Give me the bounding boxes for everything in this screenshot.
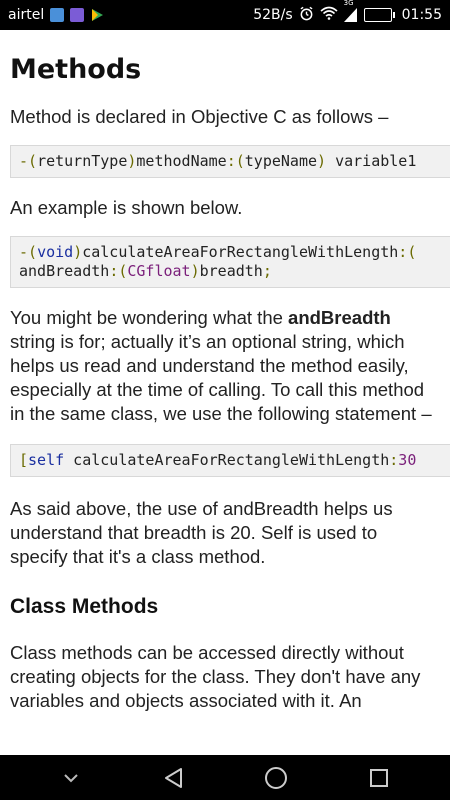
alarm-icon (299, 6, 314, 25)
code-block-example[interactable]: -(void)calculateAreaForRectangleWithLeng… (10, 236, 450, 288)
code-token: :( (398, 243, 417, 261)
back-icon[interactable] (154, 758, 194, 798)
code-token: ; (262, 262, 272, 280)
navigation-bar (0, 755, 450, 800)
network-speed: 52B/s (253, 7, 293, 23)
code-block-method-syntax[interactable]: -(returnType)methodName:(typeName) varia… (10, 145, 450, 178)
code-token: breadth (199, 262, 263, 280)
code-token: calculateAreaForRectangleWithLength (64, 451, 390, 469)
status-bar: airtel 52B/s 3G 39 01:55 (0, 0, 450, 30)
play-store-icon (90, 8, 104, 22)
carrier-name: airtel (8, 7, 45, 23)
gallery-icon (70, 8, 85, 22)
wifi-icon (320, 6, 338, 24)
battery-level: 39 (376, 10, 389, 20)
paragraph-andbreadth-explanation: You might be wondering what the andBread… (10, 306, 450, 426)
code-token: void (37, 243, 74, 261)
code-token: ) (317, 152, 327, 170)
code-token: :( (226, 152, 245, 170)
code-block-call-statement[interactable]: [self calculateAreaForRectangleWithLengt… (10, 444, 450, 477)
code-token: ) (190, 262, 200, 280)
code-token: ) (73, 243, 83, 261)
code-token: returnType (37, 152, 128, 170)
code-token: 30 (398, 451, 417, 469)
code-token: calculateAreaForRectangleWithLength (82, 243, 399, 261)
code-token: variable1 (326, 152, 417, 170)
paragraph-class-methods: Class methods can be accessed directly w… (10, 642, 421, 711)
code-token: CGfloat (127, 262, 191, 280)
paragraph-example: An example is shown below. (10, 197, 243, 218)
recents-icon[interactable] (359, 758, 399, 798)
clock: 01:55 (401, 7, 442, 23)
section-title: Class Methods (10, 595, 159, 618)
code-token: typeName (244, 152, 318, 170)
code-token: -( (19, 152, 38, 170)
page-title: Methods (10, 54, 142, 85)
code-token: :( (109, 262, 128, 280)
collapse-icon[interactable] (51, 758, 91, 798)
code-token: andBreadth (19, 262, 110, 280)
code-token: -( (19, 243, 38, 261)
status-left: airtel (8, 7, 104, 23)
network-type: 3G (343, 0, 354, 7)
status-right: 52B/s 3G 39 01:55 (253, 0, 442, 25)
text-run: string is for; actually it’s an optional… (10, 331, 432, 424)
signal-icon: 3G (343, 0, 358, 22)
code-token: self (28, 451, 65, 469)
paragraph-method-declaration: Method is declared in Objective C as fol… (10, 106, 389, 127)
article-content[interactable]: Methods Method is declared in Objective … (0, 30, 450, 755)
text-run: You might be wondering what the (10, 307, 289, 328)
bold-term: andBreadth (288, 307, 391, 328)
home-icon[interactable] (256, 758, 296, 798)
code-token: [ (19, 451, 29, 469)
code-token: methodName (136, 152, 227, 170)
battery-icon: 39 (363, 8, 395, 22)
mail-icon (50, 8, 65, 22)
code-token: : (389, 451, 399, 469)
paragraph-self-explanation: As said above, the use of andBreadth hel… (10, 498, 393, 567)
